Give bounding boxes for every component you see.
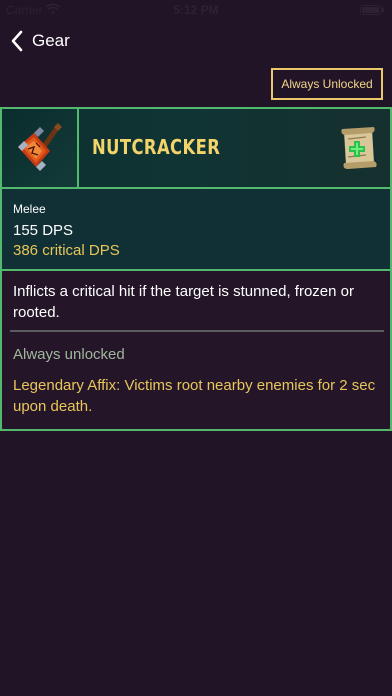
item-name: NUTCRACKER (92, 135, 221, 159)
item-card: NUTCRACKER Melee 155 DPS 386 critical DP… (0, 107, 392, 431)
back-button[interactable]: Gear (10, 28, 70, 54)
battery-icon (360, 5, 384, 15)
unlock-status: Always unlocked (13, 346, 125, 363)
dps-value: 155 DPS (13, 222, 74, 239)
weapon-type: Melee (13, 202, 46, 216)
item-description: Inflicts a critical hit if the target is… (13, 283, 354, 321)
status-bar: Carrier 5:12 PM (0, 0, 392, 20)
critical-dps-value: 386 critical DPS (13, 242, 120, 259)
gear-detail-screen: Carrier 5:12 PM Gear Always Unlocked NUT… (0, 0, 392, 696)
item-icon-frame (2, 109, 79, 187)
cracked-hammer-icon (18, 123, 62, 171)
scroll-icon (341, 127, 377, 169)
legendary-affix: Legendary Affix: Victims root nearby ene… (13, 377, 376, 415)
item-header: NUTCRACKER (2, 109, 390, 189)
chevron-left-icon (11, 30, 23, 52)
clock: 5:12 PM (173, 3, 219, 17)
item-stats: Melee 155 DPS 386 critical DPS (2, 189, 390, 271)
always-unlocked-button[interactable]: Always Unlocked (271, 68, 383, 100)
back-label: Gear (32, 31, 70, 50)
divider (10, 330, 384, 332)
